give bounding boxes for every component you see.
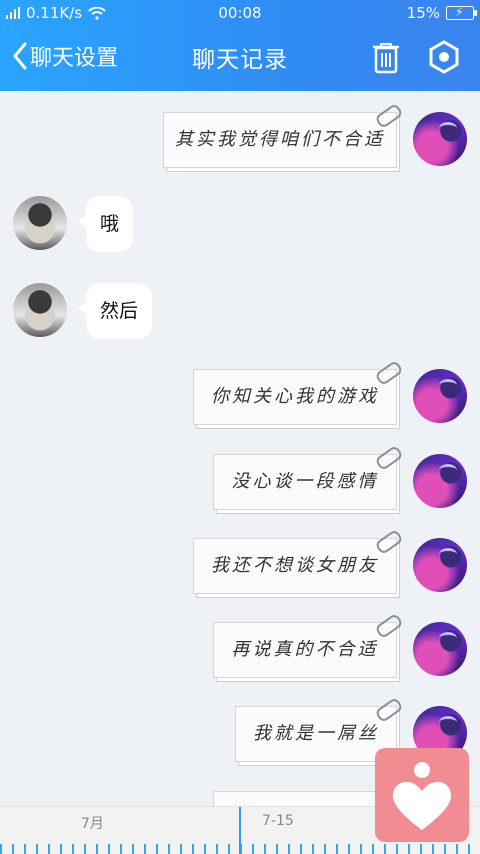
message-bubble[interactable]: 我就是一屌丝 (235, 696, 404, 762)
chat-history: 其实我觉得咱们不合适 哦 然后 你知关心我的游戏 没心谈一段感情 我还不想谈女朋… (0, 91, 480, 813)
message-text: 其实我觉得咱们不合适 (175, 129, 385, 150)
heart-float-button[interactable] (375, 748, 469, 842)
nav-bar: 聊天设置 聊天记录 (0, 26, 480, 91)
header-bar: 0.11K/s 00:08 15% ⚡ 聊天设置 聊天记录 (0, 0, 480, 91)
avatar[interactable] (413, 622, 467, 676)
message-row: 哦 (0, 196, 480, 256)
timeline-cursor[interactable] (239, 807, 241, 854)
message-bubble[interactable]: 其实我觉得咱们不合适 (163, 102, 404, 168)
message-row: 我还不想谈女朋友 (0, 528, 480, 598)
message-bubble[interactable]: 你知关心我的游戏 (193, 359, 404, 425)
page-title: 聊天记录 (192, 47, 288, 73)
avatar[interactable] (413, 112, 467, 166)
settings-button[interactable] (428, 40, 460, 78)
trash-icon (373, 43, 399, 74)
timeline-label-month: 7月 (81, 816, 104, 832)
message-bubble[interactable]: 没心谈一段感情 (213, 444, 404, 510)
avatar[interactable] (413, 538, 467, 592)
gear-icon (429, 40, 459, 74)
message-row: 你知关心我的游戏 (0, 359, 480, 429)
message-text: 然后 (100, 300, 139, 322)
message-row: 没心谈一段感情 (0, 444, 480, 514)
message-text: 你知关心我的游戏 (211, 386, 379, 407)
message-bubble[interactable]: 再说真的不合适 (213, 612, 404, 678)
avatar[interactable] (413, 369, 467, 423)
message-text: 再说真的不合适 (231, 639, 379, 660)
message-text: 我还不想谈女朋友 (211, 555, 379, 576)
timeline-label-date: 7-15 (262, 813, 294, 829)
paperclip-icon (374, 528, 404, 556)
message-text: 我就是一屌丝 (253, 723, 379, 744)
status-bar: 0.11K/s 00:08 15% ⚡ (0, 0, 480, 26)
message-row: 然后 (0, 283, 480, 343)
avatar[interactable] (413, 454, 467, 508)
delete-button[interactable] (371, 42, 401, 78)
message-text: 哦 (100, 213, 120, 235)
message-bubble[interactable]: 然后 (77, 283, 153, 339)
message-bubble[interactable]: 哦 (77, 196, 134, 252)
message-bubble[interactable]: 我还不想谈女朋友 (193, 528, 404, 594)
heart-person-icon (392, 762, 452, 830)
message-row: 再说真的不合适 (0, 612, 480, 682)
avatar[interactable] (13, 196, 67, 250)
status-right: 15% ⚡ (406, 0, 477, 26)
paperclip-icon (374, 444, 404, 472)
message-row: 其实我觉得咱们不合适 (0, 102, 480, 172)
paperclip-icon (374, 359, 404, 387)
paperclip-icon (374, 102, 404, 130)
paperclip-icon (374, 696, 404, 724)
paperclip-icon (374, 612, 404, 640)
avatar[interactable] (13, 283, 67, 337)
message-text: 没心谈一段感情 (231, 471, 379, 492)
battery-icon: ⚡ (446, 5, 477, 20)
battery-percent: 15% (406, 4, 440, 22)
